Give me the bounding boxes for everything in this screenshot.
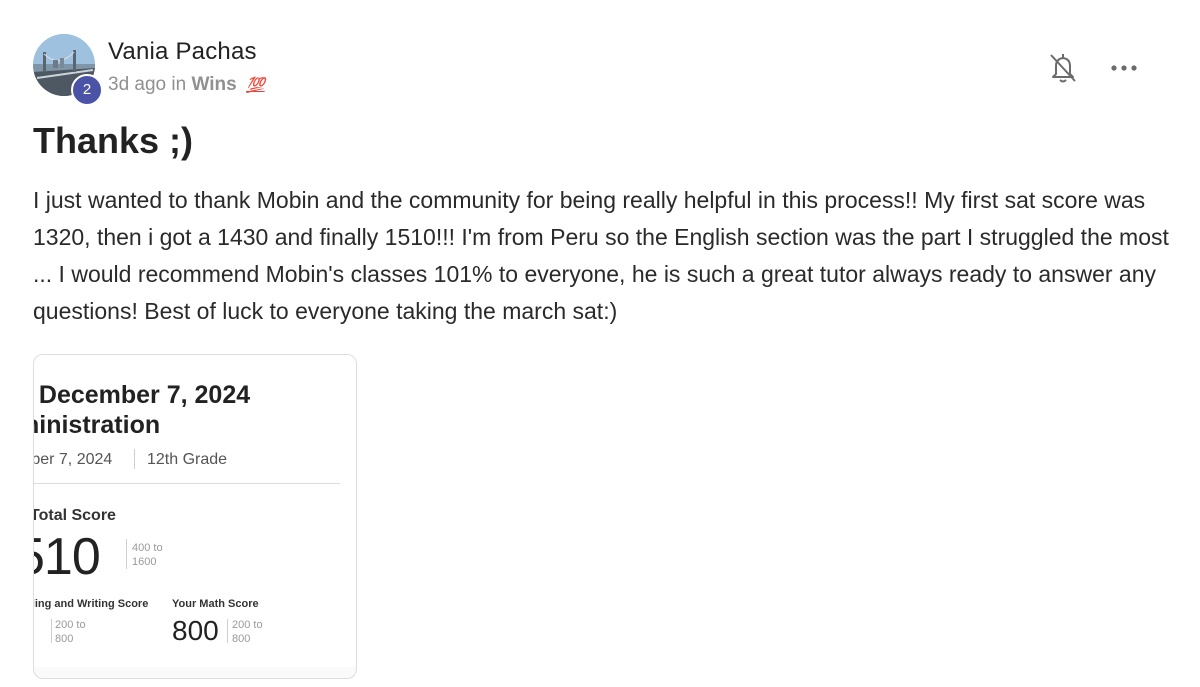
report-heading-line2: ninistration xyxy=(34,411,161,439)
level-badge: 2 xyxy=(71,74,103,106)
divider xyxy=(34,483,340,484)
post-title: Thanks ;) xyxy=(33,120,194,161)
divider xyxy=(134,449,135,469)
math-range-line1: 200 to xyxy=(232,619,263,631)
math-score-value: 800 xyxy=(172,615,219,646)
more-horizontal-icon xyxy=(1111,65,1137,71)
total-range-line2: 1600 xyxy=(132,556,157,568)
total-range-line1: 400 to xyxy=(132,542,163,554)
author-name[interactable]: Vania Pachas xyxy=(108,38,257,66)
divider xyxy=(51,619,52,643)
math-score-label: Your Math Score xyxy=(172,598,259,610)
rw-range-line2: 800 xyxy=(55,633,74,645)
rw-score-label: ading and Writing Score xyxy=(34,598,149,610)
post-meta: 3d ago in Wins 💯 xyxy=(108,74,265,96)
post-time: 3d ago in xyxy=(108,74,187,95)
bell-off-icon xyxy=(1050,54,1076,83)
report-grade: 12th Grade xyxy=(147,451,228,468)
rw-range-line1: 200 to xyxy=(55,619,86,631)
rw-score-range: 200 to 800 xyxy=(55,618,86,646)
divider xyxy=(126,539,127,569)
image-attachment[interactable]: ' December 7, 2024 ninistration mber 7, … xyxy=(33,354,357,679)
total-score-label: Total Score xyxy=(34,507,116,524)
author-avatar-container[interactable]: 2 xyxy=(33,34,103,106)
total-score-range: 400 to 1600 xyxy=(132,541,163,569)
category-link[interactable]: Wins xyxy=(191,74,236,95)
notification-toggle-button[interactable] xyxy=(1048,52,1078,84)
post-body: I just wanted to thank Mobin and the com… xyxy=(33,187,1169,324)
divider xyxy=(227,619,228,643)
category-emoji: 💯 xyxy=(245,77,265,94)
total-score-value: 510 xyxy=(34,528,101,586)
more-options-button[interactable] xyxy=(1108,58,1140,78)
report-date: mber 7, 2024 xyxy=(34,451,113,468)
math-score-range: 200 to 800 xyxy=(232,618,263,646)
post-card: 2 Vania Pachas 3d ago in Wins 💯 Thanks ;… xyxy=(0,0,1200,687)
math-range-line2: 800 xyxy=(232,633,251,645)
score-report-image: ' December 7, 2024 ninistration mber 7, … xyxy=(34,355,356,667)
report-heading-line1: ' December 7, 2024 xyxy=(34,381,251,409)
